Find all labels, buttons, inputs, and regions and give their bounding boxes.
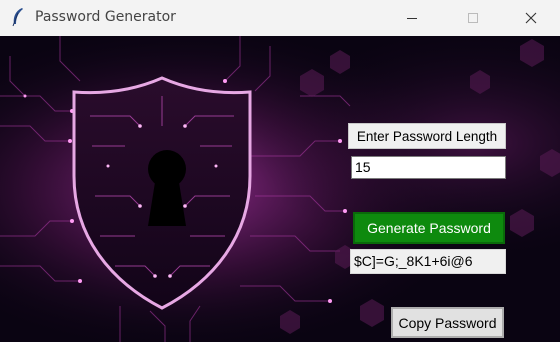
title-bar[interactable]: Password Generator [0, 0, 560, 36]
window-title: Password Generator [35, 9, 176, 25]
maximize-icon [468, 13, 478, 23]
maximize-button[interactable] [450, 0, 496, 36]
minimize-button[interactable] [389, 0, 435, 36]
password-length-label: Enter Password Length [348, 123, 506, 149]
password-length-input[interactable]: 15 [351, 156, 506, 179]
minimize-icon [407, 18, 417, 19]
generated-password-field[interactable]: $C]=G;_8K1+6i@6 [350, 249, 506, 274]
app-content: Enter Password Length 15 Generate Passwo… [0, 36, 560, 342]
close-icon [525, 12, 537, 24]
copy-password-button[interactable]: Copy Password [391, 307, 504, 338]
app-window: Password Generator Enter Password Length… [0, 0, 560, 342]
generate-password-button[interactable]: Generate Password [353, 212, 505, 244]
feather-icon [12, 8, 23, 27]
close-button[interactable] [508, 0, 554, 36]
security-background-image [0, 36, 560, 342]
